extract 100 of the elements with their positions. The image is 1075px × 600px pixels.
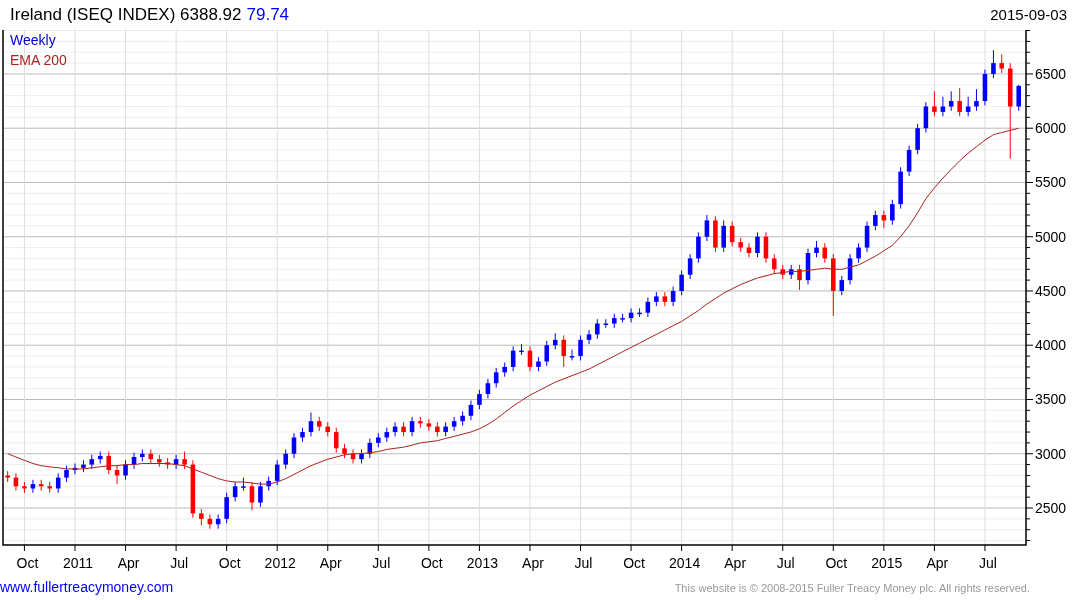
candlestick <box>569 349 575 361</box>
candlestick <box>864 221 870 253</box>
candlestick <box>771 253 777 275</box>
candlestick <box>797 264 802 291</box>
candlestick <box>426 418 432 432</box>
candlestick <box>199 508 204 526</box>
candlestick <box>544 340 550 367</box>
axis-label: 2500 <box>1035 500 1067 516</box>
axis-label: Apr <box>926 555 949 571</box>
candlestick <box>190 459 196 519</box>
candlestick <box>468 400 474 421</box>
candlestick <box>679 269 684 296</box>
candlestick <box>595 318 600 340</box>
candlestick <box>713 215 718 253</box>
axis-label: 4500 <box>1035 282 1067 299</box>
candlestick <box>207 514 213 530</box>
candlestick <box>401 421 406 437</box>
candlestick <box>224 492 229 524</box>
candlestick <box>72 463 78 475</box>
axis-label: 2011 <box>62 555 94 571</box>
candlestick <box>982 69 988 106</box>
candlestick <box>645 297 651 318</box>
candlestick <box>485 378 491 399</box>
candlestick <box>729 221 735 247</box>
change-value: 79.74 <box>246 5 290 26</box>
candlestick <box>906 145 912 177</box>
candlestick <box>839 275 845 296</box>
candlestick <box>814 240 819 258</box>
candlestick <box>755 231 760 258</box>
candlestick <box>628 307 634 323</box>
candlestick <box>47 481 52 494</box>
candlestick <box>948 90 954 112</box>
candlestick <box>182 451 187 470</box>
axis-label: Jul <box>979 555 997 571</box>
candlestick <box>443 421 448 437</box>
legend-label: EMA 200 <box>10 52 67 68</box>
candlestick <box>131 452 137 470</box>
candlestick <box>249 481 255 511</box>
candlestick <box>5 470 10 483</box>
candlestick <box>552 332 558 351</box>
candlestick <box>654 291 659 307</box>
candlestick <box>418 416 423 429</box>
candlestick <box>140 448 145 462</box>
candlestick <box>376 432 381 448</box>
candlestick <box>780 264 785 280</box>
candlestick <box>805 248 811 285</box>
candlestick <box>367 438 373 459</box>
candlestick <box>561 334 566 368</box>
candlestick <box>721 219 726 253</box>
chart-date: 2015-09-03 <box>990 6 1067 25</box>
candlestick <box>258 481 263 508</box>
candlestick <box>241 477 246 492</box>
candlestick <box>612 313 617 329</box>
axis-label: Jul <box>574 555 593 571</box>
candlestick <box>13 472 19 492</box>
candlestick <box>359 448 364 464</box>
candlestick <box>620 313 625 323</box>
candlestick <box>873 210 878 231</box>
candlestick <box>22 481 27 494</box>
website-link[interactable]: www.fullertreacymoney.com <box>0 579 174 595</box>
candlestick <box>291 432 297 459</box>
candlestick <box>274 459 280 486</box>
candlestick <box>670 286 676 307</box>
axis-label: 2014 <box>669 555 701 571</box>
candlestick <box>788 264 794 280</box>
axis-label: Jul <box>372 555 391 571</box>
axis-label: Apr <box>117 555 140 571</box>
axis-label: 4000 <box>1035 337 1067 354</box>
candlestick <box>536 356 541 372</box>
candlestick <box>890 199 895 226</box>
candlestick <box>527 345 533 372</box>
candlestick <box>519 343 524 356</box>
axis-label: Apr <box>319 555 342 571</box>
legend-label: Weekly <box>10 32 56 48</box>
candlestick <box>123 459 128 481</box>
candlestick <box>89 454 95 470</box>
candlestick <box>746 242 752 258</box>
candlestick <box>974 88 979 112</box>
candlestick <box>822 242 828 264</box>
candlestick <box>1016 84 1021 112</box>
axis-label: 2012 <box>264 555 296 571</box>
candlestick <box>384 427 390 443</box>
candlestick <box>106 451 112 475</box>
axis-label: 3000 <box>1035 445 1067 462</box>
chart-title: Ireland (ISEQ INDEX) 6388.92 <box>10 5 242 26</box>
axis-label: Apr <box>522 555 544 571</box>
candlestick <box>215 514 221 530</box>
axis-label: 2015 <box>871 555 903 571</box>
candlestick <box>847 253 853 285</box>
candlestick <box>738 237 743 253</box>
candlestick <box>308 412 314 437</box>
candlestick <box>38 479 44 492</box>
candlestick <box>687 253 693 280</box>
axis-label: Oct <box>218 555 241 571</box>
candlestick <box>578 334 583 361</box>
candlestick <box>266 476 271 492</box>
candlestick <box>510 345 516 372</box>
candlestick <box>342 443 347 459</box>
copyright-text: This website is © 2008-2015 Fuller Treacy Money plc. All rights reserved. <box>674 581 1030 595</box>
candlestick <box>165 457 170 470</box>
